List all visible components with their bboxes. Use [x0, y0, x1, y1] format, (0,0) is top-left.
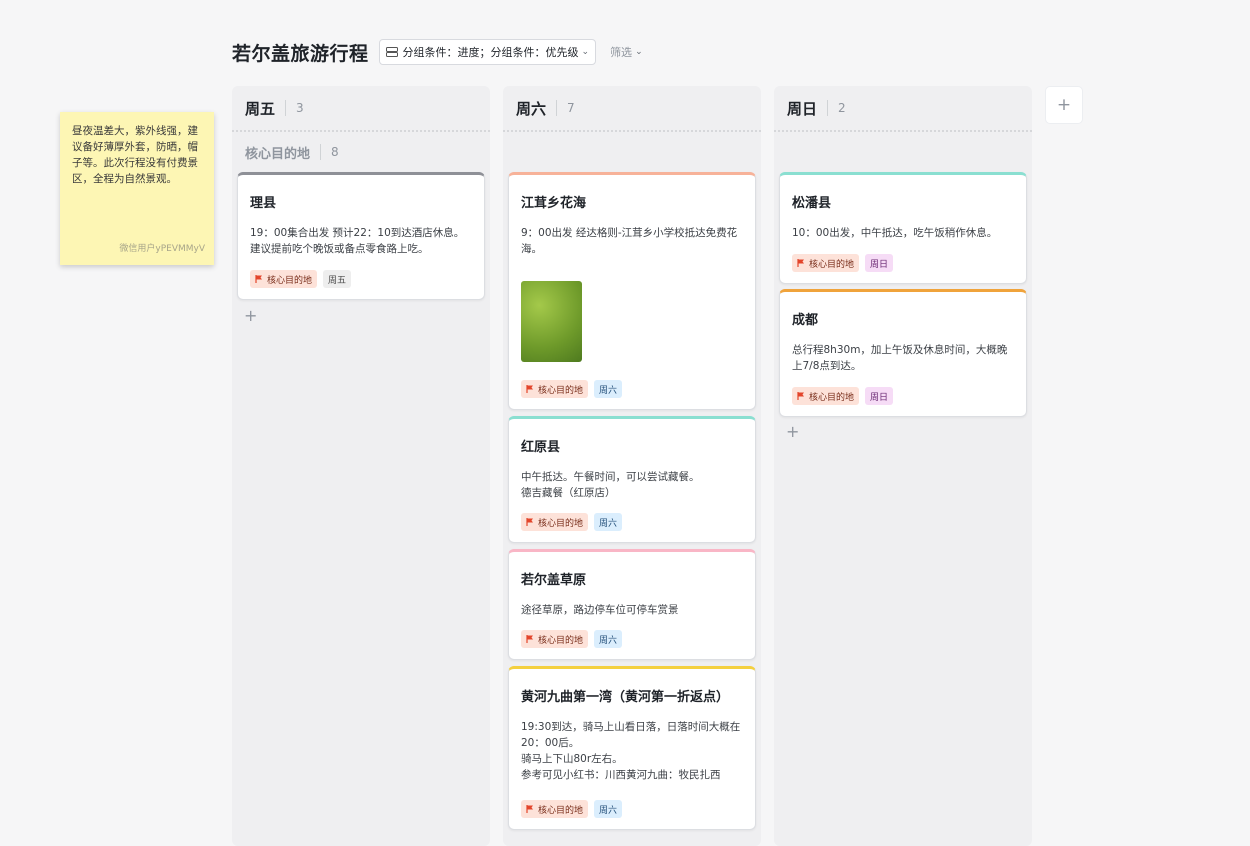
card-tags: 核心目的地 周日: [792, 387, 894, 405]
tag-label: 核心目的地: [538, 385, 584, 396]
filter-label: 筛选: [610, 46, 633, 59]
filter-button[interactable]: 筛选 ⌄: [610, 44, 643, 60]
card-tags: 核心目的地 周日: [792, 254, 894, 272]
sticky-note-text: 昼夜温差大，紫外线强，建议备好薄厚外套，防晒，帽子等。此次行程没有付费景区，全程…: [72, 125, 198, 185]
board-title: 若尔盖旅游行程: [232, 42, 369, 65]
chevron-down-icon: ⌄: [581, 47, 590, 57]
flag-icon: [797, 259, 804, 267]
chevron-down-icon: ⌄: [635, 47, 643, 57]
column-divider: [556, 100, 558, 116]
card-jiangrong[interactable]: 江茸乡花海 9：00出发 经达格则-江茸乡小学校抵达免费花海。 核心目的地 周六: [508, 172, 756, 410]
tag-day: 周五: [323, 270, 352, 288]
group-icon: [385, 47, 398, 57]
card-description: 10：00出发，中午抵达，吃午饭稍作休息。: [792, 227, 998, 239]
card-description: 途径草原，路边停车位可停车赏景: [521, 604, 679, 616]
add-card-button[interactable]: +: [244, 306, 257, 325]
column-saturday: 周六 7 江茸乡花海 9：00出发 经达格则-江茸乡小学校抵达免费花海。 核心目…: [503, 86, 761, 846]
tag-day: 周六: [594, 800, 623, 818]
tag-day: 周日: [865, 254, 894, 272]
flag-icon: [255, 275, 262, 283]
card-chengdu[interactable]: 成都 总行程8h30m，加上午饭及休息时间，大概晚上7/8点到达。 核心目的地 …: [779, 289, 1027, 417]
sticky-note-author: 微信用户yPEVMMyV: [119, 244, 205, 254]
card-title: 黄河九曲第一湾（黄河第一折返点）: [521, 690, 730, 705]
column-divider: [285, 100, 287, 116]
tag-day: 周六: [594, 630, 623, 648]
card-tags: 核心目的地 周六: [521, 800, 623, 818]
subgroup-header[interactable]: 核心目的地 8: [232, 132, 490, 172]
card-title: 松潘县: [792, 196, 832, 211]
column-header: 周五 3: [232, 86, 490, 132]
column-header: 周日 2: [774, 86, 1032, 132]
add-column-button[interactable]: +: [1045, 86, 1083, 124]
tag-label: 核心目的地: [267, 275, 313, 286]
card-description: 19：00集合出发 预计22：10到达酒店休息。 建议提前吃个晚饭或备点零食路上…: [250, 227, 465, 255]
tag-label: 核心目的地: [538, 518, 584, 529]
card-hongyuan[interactable]: 红原县 中午抵达。午餐时间，可以尝试藏餐。 德吉藏餐（红原店） 核心目的地 周六: [508, 416, 756, 543]
column-title: 周六: [516, 99, 547, 118]
tag-core-destination: 核心目的地: [792, 254, 860, 272]
column-count: 3: [296, 101, 304, 115]
card-lixian[interactable]: 理县 19：00集合出发 预计22：10到达酒店休息。 建议提前吃个晚饭或备点零…: [237, 172, 485, 300]
sticky-note[interactable]: 昼夜温差大，紫外线强，建议备好薄厚外套，防晒，帽子等。此次行程没有付费景区，全程…: [60, 112, 214, 265]
card-ruoergai[interactable]: 若尔盖草原 途径草原，路边停车位可停车赏景 核心目的地 周六: [508, 549, 756, 660]
tag-day: 周六: [594, 380, 623, 398]
group-condition-label: 分组条件：进度；分组条件：优先级: [402, 46, 579, 59]
card-tags: 核心目的地 周六: [521, 630, 623, 648]
card-huanghe[interactable]: 黄河九曲第一湾（黄河第一折返点） 19:30到达，骑马上山看日落，日落时间大概在…: [508, 666, 756, 830]
column-count: 2: [838, 101, 846, 115]
subgroup-title: 核心目的地: [245, 146, 311, 162]
tag-core-destination: 核心目的地: [521, 800, 589, 818]
card-title: 成都: [792, 313, 819, 328]
board-header: 若尔盖旅游行程 分组条件：进度；分组条件：优先级 ⌄ 筛选 ⌄: [232, 38, 643, 66]
flag-icon: [526, 385, 533, 393]
card-title: 红原县: [521, 440, 561, 455]
card-description: 总行程8h30m，加上午饭及休息时间，大概晚上7/8点到达。: [792, 344, 1008, 372]
tag-label: 核心目的地: [809, 392, 855, 403]
add-card-button[interactable]: +: [786, 422, 799, 441]
flag-icon: [797, 392, 804, 400]
group-condition-button[interactable]: 分组条件：进度；分组条件：优先级 ⌄: [378, 39, 597, 65]
column-title: 周日: [787, 99, 818, 118]
tag-core-destination: 核心目的地: [521, 630, 589, 648]
tag-label: 核心目的地: [538, 635, 584, 646]
card-title: 理县: [250, 196, 277, 211]
grassland-photo[interactable]: [521, 281, 582, 362]
card-title: 若尔盖草原: [521, 573, 587, 588]
card-tags: 核心目的地 周六: [521, 513, 623, 531]
card-tags: 核心目的地 周五: [250, 270, 352, 288]
card-tags: 核心目的地 周六: [521, 380, 623, 398]
card-description: 9：00出发 经达格则-江茸乡小学校抵达免费花海。: [521, 227, 738, 255]
subgroup-count: 8: [331, 145, 339, 159]
column-header: 周六 7: [503, 86, 761, 132]
card-description: 19:30到达，骑马上山看日落，日落时间大概在20：00后。 骑马上下山80r左…: [521, 721, 741, 781]
column-sunday: 周日 2 松潘县 10：00出发，中午抵达，吃午饭稍作休息。 核心目的地 周日 …: [774, 86, 1032, 846]
column-title: 周五: [245, 99, 276, 118]
flag-icon: [526, 805, 533, 813]
tag-core-destination: 核心目的地: [792, 387, 860, 405]
card-songpan[interactable]: 松潘县 10：00出发，中午抵达，吃午饭稍作休息。 核心目的地 周日: [779, 172, 1027, 284]
card-description: 中午抵达。午餐时间，可以尝试藏餐。 德吉藏餐（红原店）: [521, 471, 700, 499]
column-friday: 周五 3 核心目的地 8 理县 19：00集合出发 预计22：10到达酒店休息。…: [232, 86, 490, 846]
tag-core-destination: 核心目的地: [521, 380, 589, 398]
flag-icon: [526, 518, 533, 526]
tag-label: 核心目的地: [538, 805, 584, 816]
column-count: 7: [567, 101, 575, 115]
tag-day: 周日: [865, 387, 894, 405]
subgroup-divider: [320, 144, 322, 160]
tag-label: 核心目的地: [809, 259, 855, 270]
column-divider: [827, 100, 829, 116]
tag-core-destination: 核心目的地: [250, 270, 318, 288]
tag-core-destination: 核心目的地: [521, 513, 589, 531]
flag-icon: [526, 635, 533, 643]
tag-day: 周六: [594, 513, 623, 531]
card-title: 江茸乡花海: [521, 196, 587, 211]
